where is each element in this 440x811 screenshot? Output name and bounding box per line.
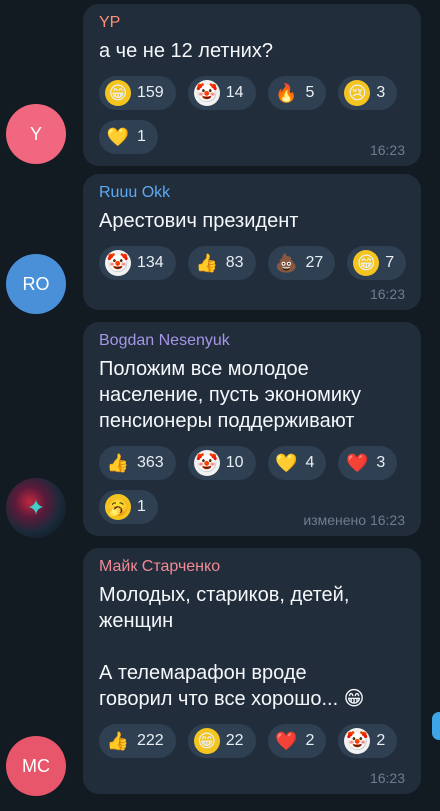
yawning-face-icon: 🥱	[105, 494, 131, 520]
reaction-count: 159	[137, 84, 164, 101]
reaction-chip[interactable]: ❤️ 2	[267, 724, 327, 758]
reaction-chip[interactable]: 🤡 2	[338, 724, 398, 758]
reaction-count: 134	[137, 254, 164, 271]
chat-message-list[interactable]: YP а че не 12 летних? 😁 159 🤡 14 🔥 5 😢 3…	[0, 0, 440, 811]
reaction-chip[interactable]: 👍 222	[99, 724, 176, 758]
message-bubble[interactable]: Ruuu Okk Арестович президент 🤡 134 👍 83 …	[83, 174, 421, 310]
gold-heart-icon: 💛	[106, 127, 130, 147]
grinning-face-icon: 😁	[353, 250, 380, 276]
message-line: Арестович президент	[99, 210, 299, 232]
message-time: 16:23	[369, 142, 405, 158]
message-line: население, пусть экономику	[99, 384, 361, 406]
message-line: пенсионеры поддерживают	[99, 410, 355, 432]
clown-face-icon: 🤡	[193, 450, 220, 476]
reaction-count: 10	[225, 454, 244, 471]
reaction-chip[interactable]: 😢 3	[338, 76, 398, 110]
reaction-chip[interactable]: 😁 159	[99, 76, 176, 110]
reaction-chip[interactable]: 😁 22	[187, 724, 256, 758]
reaction-count: 363	[137, 454, 164, 471]
reaction-chip[interactable]: 🤡 14	[187, 76, 256, 110]
fire-icon: 🔥	[275, 83, 298, 103]
reaction-chip[interactable]: 🤡 10	[187, 446, 256, 480]
message-time: изменено 16:23	[303, 512, 405, 528]
reaction-count: 2	[305, 732, 315, 749]
clown-face-icon: 🤡	[193, 80, 220, 106]
reaction-list: 🤡 134 👍 83 💩 27 😁 7	[99, 246, 407, 280]
message-text: а че не 12 летних?	[99, 38, 407, 64]
thumbs-up-icon: 👍	[195, 253, 218, 273]
message-line: Положим все молодое	[99, 358, 309, 380]
avatar[interactable]: RO	[6, 254, 66, 314]
red-heart-icon: ❤️	[346, 453, 369, 473]
reaction-chip[interactable]: 🔥 5	[267, 76, 327, 110]
message-text: Молодых, стариков, детей, женщин А телем…	[99, 582, 407, 712]
reaction-chip[interactable]: 🥱 1	[99, 490, 158, 524]
gold-heart-icon: 💛	[275, 453, 298, 473]
reaction-chip[interactable]: 💩 27	[267, 246, 336, 280]
message-bubble[interactable]: Майк Старченко Молодых, стариков, детей,…	[83, 548, 421, 794]
message-line: женщин	[99, 610, 174, 632]
reaction-chip[interactable]: 💛 1	[99, 120, 158, 154]
message-bubble[interactable]: Bogdan Nesenyuk Положим все молодое насе…	[83, 322, 421, 536]
sender-name[interactable]: Bogdan Nesenyuk	[99, 332, 407, 350]
reaction-chip[interactable]: 💛 4	[267, 446, 327, 480]
avatar[interactable]: MC	[6, 736, 66, 796]
avatar[interactable]: ✦	[6, 478, 66, 538]
reaction-list: 😁 159 🤡 14 🔥 5 😢 3 💛 1	[99, 76, 407, 154]
clown-face-icon: 🤡	[344, 728, 371, 754]
reaction-count: 1	[137, 498, 146, 515]
avatar[interactable]: Y	[6, 104, 66, 164]
clown-face-icon: 🤡	[105, 250, 131, 276]
message-text: Положим все молодое население, пусть эко…	[99, 356, 407, 434]
pile-of-poo-icon: 💩	[275, 253, 298, 273]
message-bubble[interactable]: YP а че не 12 летних? 😁 159 🤡 14 🔥 5 😢 3…	[83, 4, 421, 166]
reaction-count: 14	[225, 84, 244, 101]
reaction-list: 👍 222 😁 22 ❤️ 2 🤡 2	[99, 724, 407, 758]
sender-name[interactable]: Майк Старченко	[99, 558, 407, 576]
message-line: А телемарафон вроде	[99, 662, 307, 684]
reaction-chip[interactable]: 👍 83	[187, 246, 256, 280]
reaction-count: 27	[305, 254, 324, 271]
reaction-chip[interactable]: 🤡 134	[99, 246, 176, 280]
reaction-chip[interactable]: 😁 7	[347, 246, 407, 280]
reaction-count: 3	[376, 454, 386, 471]
message-line: Молодых, стариков, детей,	[99, 584, 350, 606]
reaction-count: 7	[385, 254, 395, 271]
grinning-face-icon: 😁	[193, 728, 220, 754]
reaction-count: 5	[305, 84, 315, 101]
reaction-chip[interactable]: ❤️ 3	[338, 446, 398, 480]
avatar-image-icon: ✦	[26, 495, 46, 520]
reaction-chip[interactable]: 👍 363	[99, 446, 176, 480]
thumbs-up-icon: 👍	[106, 731, 130, 751]
message-time: 16:23	[369, 770, 405, 786]
message-time: 16:23	[369, 286, 405, 302]
message-line: а че не 12 летних?	[99, 40, 273, 62]
reaction-count: 3	[376, 84, 386, 101]
message-text: Арестович президент	[99, 208, 407, 234]
thumbs-up-icon: 👍	[106, 453, 130, 473]
sender-name[interactable]: YP	[99, 14, 407, 32]
crying-face-icon: 😢	[344, 80, 371, 106]
reaction-count: 4	[305, 454, 315, 471]
message-line: говорил что все хорошо... 😁	[99, 688, 365, 710]
reaction-count: 22	[225, 732, 244, 749]
reaction-count: 2	[376, 732, 386, 749]
red-heart-icon: ❤️	[275, 731, 298, 751]
grinning-face-icon: 😁	[105, 80, 131, 106]
reaction-count: 1	[137, 128, 146, 145]
side-indicator	[432, 712, 440, 740]
reaction-count: 222	[137, 732, 164, 749]
sender-name[interactable]: Ruuu Okk	[99, 184, 407, 202]
reaction-count: 83	[225, 254, 244, 271]
